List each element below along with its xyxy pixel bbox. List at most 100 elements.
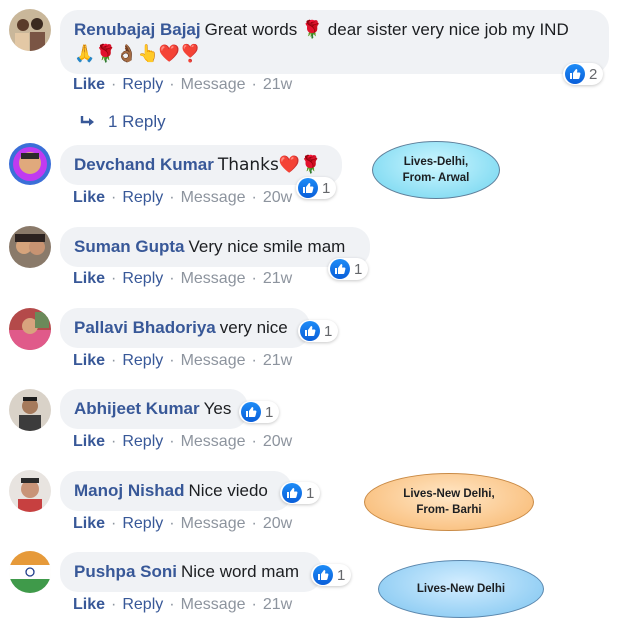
timestamp[interactable]: 21w <box>263 352 292 370</box>
commenter-name[interactable]: Pallavi Bhadoriya <box>74 318 216 337</box>
like-thumb-icon <box>300 321 320 341</box>
reaction-count[interactable]: 2 <box>563 63 604 85</box>
like-button[interactable]: Like <box>73 352 105 370</box>
message-button[interactable]: Message <box>181 596 246 614</box>
timestamp[interactable]: 20w <box>263 433 292 451</box>
separator: · <box>111 515 117 532</box>
annotation-manoj: Lives-New Delhi, From- Barhi <box>364 473 534 531</box>
separator: · <box>111 433 117 450</box>
separator: · <box>251 352 257 369</box>
like-button[interactable]: Like <box>73 189 105 207</box>
comment-text: Thanks❤️🌹 <box>217 155 322 175</box>
comment-bubble: Pushpa Soni Nice word mam <box>60 552 322 592</box>
comment-actions: Like · Reply · Message · 21w <box>73 76 292 94</box>
reaction-count[interactable]: 1 <box>328 258 369 280</box>
like-button[interactable]: Like <box>73 433 105 451</box>
annotation-line: Lives-New Delhi, <box>403 488 495 500</box>
avatar[interactable] <box>9 389 51 431</box>
commenter-name[interactable]: Abhijeet Kumar <box>74 399 200 418</box>
annotation-pushpa: Lives-New Delhi <box>378 560 544 618</box>
reply-arrow-icon <box>80 116 94 126</box>
reaction-count[interactable]: 1 <box>280 482 321 504</box>
separator: · <box>111 596 117 613</box>
annotation-devchand: Lives-Delhi, From- Arwal <box>372 141 500 199</box>
reaction-count[interactable]: 1 <box>298 320 339 342</box>
reply-button[interactable]: Reply <box>122 515 163 533</box>
like-thumb-icon <box>298 178 318 198</box>
separator: · <box>111 352 117 369</box>
comment-bubble: Pallavi Bhadoriya very nice <box>60 308 310 348</box>
like-thumb-icon <box>241 402 261 422</box>
separator: · <box>111 76 117 93</box>
timestamp[interactable]: 21w <box>263 76 292 94</box>
comment-bubble: Manoj Nishad Nice viedo <box>60 471 292 511</box>
like-button[interactable]: Like <box>73 596 105 614</box>
comment-actions: Like · Reply · Message · 21w <box>73 596 292 614</box>
view-replies-link[interactable]: 1 Reply <box>80 112 166 132</box>
separator: · <box>169 596 175 613</box>
timestamp[interactable]: 20w <box>263 189 292 207</box>
like-thumb-icon <box>282 483 302 503</box>
reply-button[interactable]: Reply <box>122 189 163 207</box>
separator: · <box>251 515 257 532</box>
reply-button[interactable]: Reply <box>122 433 163 451</box>
separator: · <box>169 515 175 532</box>
annotation-line: From- Barhi <box>416 504 482 516</box>
reply-button[interactable]: Reply <box>122 596 163 614</box>
timestamp[interactable]: 21w <box>263 270 292 288</box>
commenter-name[interactable]: Devchand Kumar <box>74 155 214 174</box>
reply-button[interactable]: Reply <box>122 76 163 94</box>
annotation-line: Lives-Delhi, <box>403 156 469 168</box>
avatar[interactable] <box>9 9 51 51</box>
like-thumb-icon <box>313 565 333 585</box>
replies-count-label[interactable]: 1 Reply <box>108 112 166 132</box>
commenter-name[interactable]: Suman Gupta <box>74 237 185 256</box>
avatar[interactable] <box>9 470 51 512</box>
like-thumb-icon <box>330 259 350 279</box>
timestamp[interactable]: 21w <box>263 596 292 614</box>
separator: · <box>169 352 175 369</box>
like-button[interactable]: Like <box>73 76 105 94</box>
reaction-count[interactable]: 1 <box>311 564 352 586</box>
message-button[interactable]: Message <box>181 515 246 533</box>
avatar[interactable] <box>9 226 51 268</box>
message-button[interactable]: Message <box>181 189 246 207</box>
commenter-name[interactable]: Manoj Nishad <box>74 481 185 500</box>
avatar[interactable] <box>9 143 51 185</box>
reaction-number: 1 <box>306 484 315 502</box>
message-button[interactable]: Message <box>181 352 246 370</box>
reaction-number: 2 <box>589 65 598 83</box>
reaction-count[interactable]: 1 <box>239 401 280 423</box>
annotation-line: From- Arwal <box>402 172 470 184</box>
comment-text: very nice <box>219 318 288 337</box>
message-button[interactable]: Message <box>181 433 246 451</box>
reply-button[interactable]: Reply <box>122 352 163 370</box>
message-button[interactable]: Message <box>181 270 246 288</box>
timestamp[interactable]: 20w <box>263 515 292 533</box>
reply-button[interactable]: Reply <box>122 270 163 288</box>
reaction-number: 1 <box>265 403 274 421</box>
like-thumb-icon <box>565 64 585 84</box>
commenter-name[interactable]: Renubajaj Bajaj <box>74 20 201 39</box>
separator: · <box>251 76 257 93</box>
reaction-number: 1 <box>337 566 346 584</box>
annotation-line: Lives-New Delhi <box>416 583 506 595</box>
reaction-number: 1 <box>354 260 363 278</box>
separator: · <box>251 433 257 450</box>
comment-text: Very nice smile mam <box>188 237 346 256</box>
comment-actions: Like · Reply · Message · 20w <box>73 515 292 533</box>
reaction-number: 1 <box>322 179 331 197</box>
avatar[interactable] <box>9 551 51 593</box>
comment-emoji-line: 🙏🌹👌🏾👆❤️❣️ <box>74 44 202 64</box>
comment-bubble: Suman Gupta Very nice smile mam <box>60 227 370 267</box>
avatar[interactable] <box>9 308 51 350</box>
comment-bubble: Renubajaj Bajaj Great words 🌹 dear sister… <box>60 10 609 74</box>
commenter-name[interactable]: Pushpa Soni <box>74 562 177 581</box>
like-button[interactable]: Like <box>73 515 105 533</box>
separator: · <box>251 270 257 287</box>
message-button[interactable]: Message <box>181 76 246 94</box>
like-button[interactable]: Like <box>73 270 105 288</box>
comment-text: Yes <box>203 399 232 418</box>
comment-text: Great words 🌹 dear sister very nice job … <box>204 20 569 39</box>
reaction-count[interactable]: 1 <box>296 177 337 199</box>
